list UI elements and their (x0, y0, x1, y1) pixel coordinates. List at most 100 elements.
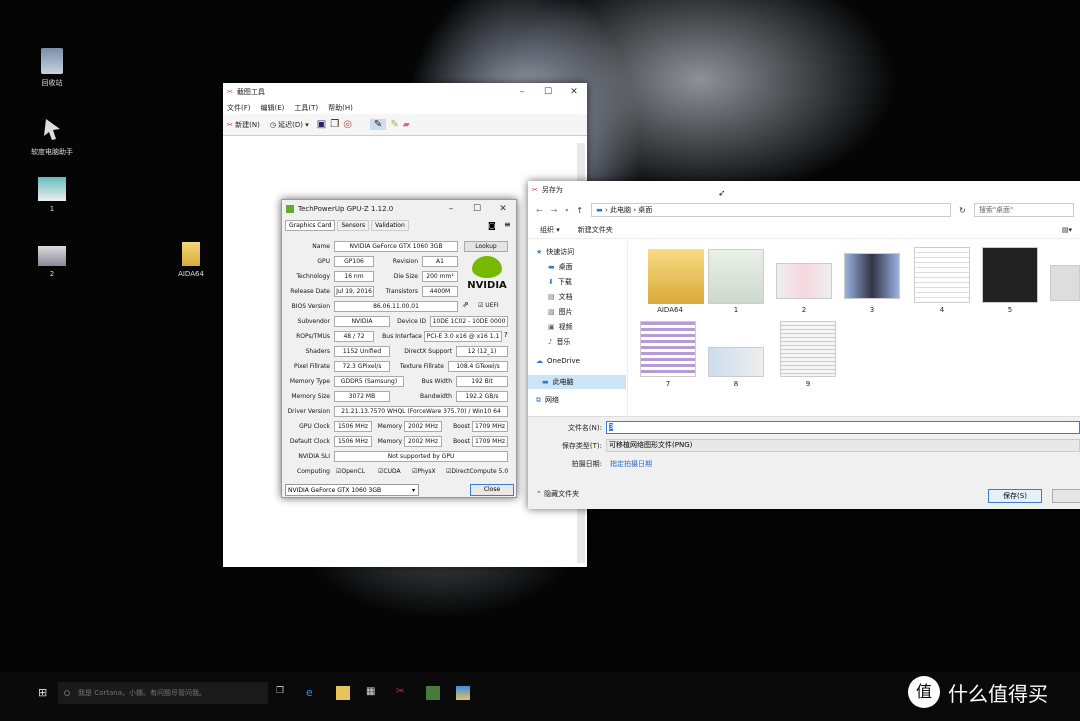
recycle-bin[interactable]: 回收站 (16, 48, 88, 88)
cancel-button[interactable] (1052, 489, 1080, 503)
save-icon[interactable]: ▣ (317, 119, 326, 130)
new-folder-button[interactable]: 新建文件夹 (578, 225, 613, 235)
menu-file[interactable]: 文件(F) (227, 103, 251, 113)
field-label: Bus Width (421, 378, 452, 385)
gpuz-taskbar-icon[interactable] (426, 686, 440, 700)
desktop-folder-aida64[interactable]: AIDA64 (155, 242, 227, 278)
gpuz-close-button[interactable]: Close (470, 484, 514, 496)
menu-edit[interactable]: 编辑(E) (261, 103, 285, 113)
breadcrumb-pc[interactable]: 此电脑 (610, 206, 631, 214)
file-label: 4 (939, 306, 945, 314)
file-thumbnail[interactable] (776, 263, 832, 299)
back-icon[interactable]: ← (536, 206, 543, 215)
menu-help[interactable]: 帮助(H) (328, 103, 353, 113)
file-thumbnail[interactable] (640, 321, 696, 377)
file-type-select[interactable]: 可移植网络图形文件(PNG) (606, 439, 1080, 452)
refresh-icon[interactable]: ↻ (959, 206, 966, 215)
nav-music[interactable]: ♪ 音乐 (548, 337, 570, 347)
cortana-search[interactable]: ○ 我是 Cortana，小娜。有问题尽管问我。 (58, 682, 268, 704)
eraser-icon[interactable]: ▰ (403, 120, 410, 130)
hide-folders-label: 隐藏文件夹 (544, 490, 580, 498)
file-label: 2 (801, 306, 807, 314)
desktop-icon: ▬ (548, 263, 555, 271)
hide-folders-toggle[interactable]: ⌃ 隐藏文件夹 (536, 489, 579, 499)
lookup-button[interactable]: Lookup (464, 241, 508, 252)
field-label: Shaders (305, 348, 330, 355)
new-label: 新建(N) (235, 120, 260, 129)
uefi-checkbox[interactable]: ☑ UEFI (478, 302, 499, 309)
file-thumbnail[interactable] (708, 347, 764, 377)
address-bar[interactable]: ▬ › 此电脑 › 桌面 (591, 203, 952, 217)
device-id-value: 10DE 1C02 - 10DE 0000 (430, 316, 508, 327)
scissors-icon: ✂ (532, 186, 538, 194)
file-thumbnail[interactable] (780, 321, 836, 377)
desktop-icon-label: 1 (49, 205, 55, 213)
desktop-file-1[interactable]: 1 (16, 177, 88, 213)
maximize-button[interactable]: ☐ (535, 87, 561, 97)
save-dialog-taskbar-icon[interactable] (456, 686, 470, 700)
file-thumbnail[interactable] (844, 253, 900, 299)
field-label: ROPs/TMUs (296, 333, 330, 340)
send-icon[interactable]: ◎ (343, 119, 352, 130)
field-label: Transistors (385, 288, 418, 295)
search-input[interactable]: 搜索"桌面" (973, 203, 1074, 217)
desktop-file-2[interactable]: 2 (16, 246, 88, 278)
windows-start-icon[interactable]: ⊞ (38, 686, 52, 700)
nav-quick-access[interactable]: ★ 快速访问 (536, 247, 574, 257)
new-snip-button[interactable]: ✂ 新建(N) (227, 120, 260, 130)
store-icon[interactable]: ▦ (366, 686, 380, 700)
physx-checkbox[interactable]: ☑PhysX (412, 468, 436, 475)
desktop-app-icon[interactable]: 软度电脑助手 (16, 115, 88, 157)
edge-icon[interactable]: e (306, 686, 320, 700)
nav-onedrive[interactable]: ☁ OneDrive (536, 357, 580, 365)
file-thumbnail[interactable] (982, 247, 1038, 303)
cuda-checkbox[interactable]: ☑CUDA (378, 468, 401, 475)
date-link[interactable]: 指定拍摄日期 (610, 459, 652, 469)
help-icon[interactable]: ? (504, 331, 508, 339)
nav-pictures[interactable]: ▧ 图片 (548, 307, 573, 317)
copy-icon[interactable]: ❐ (330, 119, 339, 130)
nav-videos[interactable]: ▣ 视频 (548, 322, 573, 332)
delay-button[interactable]: ◷ 延迟(D) ▾ (270, 120, 309, 130)
gpu-select[interactable]: NVIDIA GeForce GTX 1060 3GB ▾ (285, 484, 419, 496)
field-label: Memory Size (291, 393, 330, 400)
file-thumbnail[interactable] (708, 249, 764, 304)
up-icon[interactable]: ↑ (576, 206, 583, 215)
recent-icon[interactable]: ▾ (565, 207, 568, 214)
snipping-tool-icon[interactable]: ✂ (396, 686, 410, 700)
menu-tools[interactable]: 工具(T) (294, 103, 318, 113)
nav-desktop[interactable]: ▬ 桌面 (548, 262, 573, 272)
nav-documents[interactable]: ▤ 文档 (548, 292, 573, 302)
watermark-logo-icon: 值 (908, 676, 940, 708)
forward-icon[interactable]: → (551, 206, 558, 215)
file-thumbnail[interactable] (914, 247, 970, 303)
music-icon: ♪ (548, 338, 553, 346)
file-thumbnail[interactable] (1050, 265, 1080, 301)
highlighter-icon[interactable]: ✎ (390, 119, 398, 130)
nav-network[interactable]: ⧉ 网络 (536, 395, 559, 405)
breadcrumb-desktop[interactable]: 桌面 (638, 206, 652, 214)
nav-downloads[interactable]: ⬇ 下载 (548, 277, 572, 287)
task-view-icon[interactable]: ❐ (276, 686, 290, 700)
search-placeholder: 我是 Cortana，小娜。有问题尽管问我。 (78, 689, 207, 697)
filename-input[interactable]: 3 (606, 421, 1080, 434)
share-icon[interactable]: ⇗ (462, 300, 469, 309)
organize-button[interactable]: 组织 ▾ (540, 225, 560, 235)
opencl-checkbox[interactable]: ☑OpenCL (336, 468, 365, 475)
nav-this-pc[interactable]: ▬ 此电脑 (528, 375, 626, 389)
close-button[interactable]: ✕ (561, 87, 587, 97)
field-label: Memory Type (289, 378, 330, 385)
gpu-clock-value: 1506 MHz (334, 421, 372, 432)
directcompute-checkbox[interactable]: ☑DirectCompute 5.0 (446, 468, 508, 475)
folder-icon[interactable] (648, 249, 704, 304)
minimize-button[interactable]: – (509, 87, 535, 97)
nav-label: 图片 (558, 308, 573, 316)
save-form: 文件名(N): 3 保存类型(T): 可移植网络图形文件(PNG) 拍摄日期: … (528, 416, 1080, 509)
pen-icon[interactable]: ✎ (369, 119, 387, 130)
field-label: Bandwidth (420, 393, 452, 400)
file-explorer-icon[interactable] (336, 686, 350, 700)
view-icon[interactable]: ▤▾ (1062, 226, 1072, 234)
nav-label: 此电脑 (552, 378, 574, 386)
revision-value: A1 (422, 256, 458, 267)
save-button[interactable]: 保存(S) (988, 489, 1042, 503)
